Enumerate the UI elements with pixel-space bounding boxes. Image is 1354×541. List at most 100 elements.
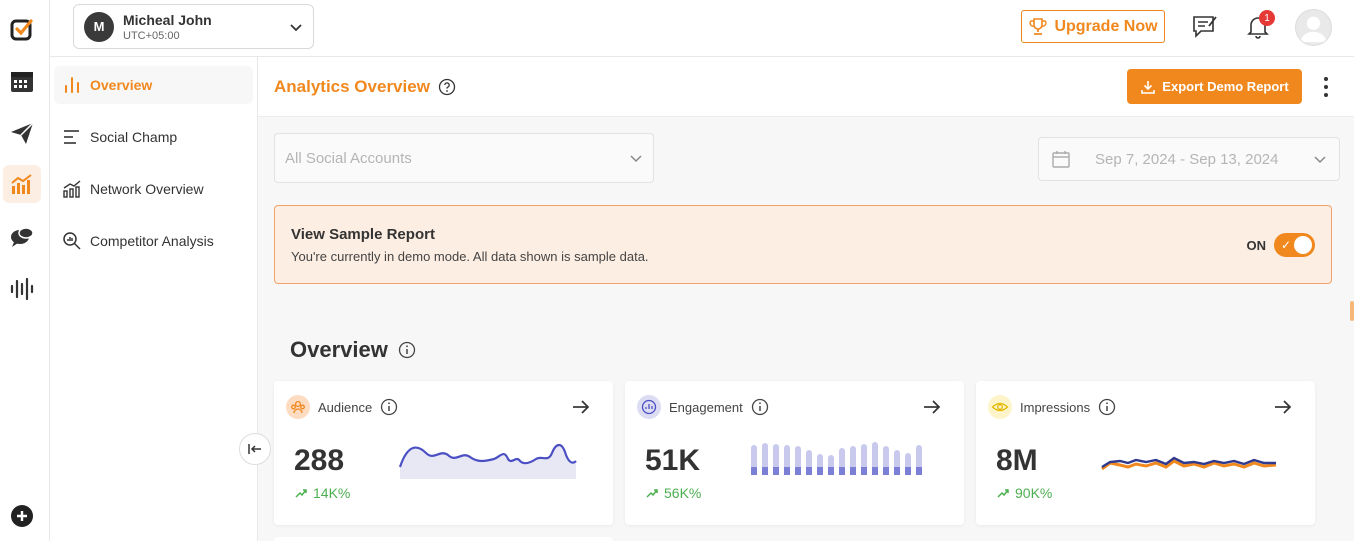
upgrade-label: Upgrade Now bbox=[1054, 17, 1158, 35]
impressions-sparkline bbox=[1101, 456, 1277, 471]
chevron-down-icon bbox=[290, 23, 302, 31]
sample-report-description: You're currently in demo mode. All data … bbox=[291, 249, 649, 264]
card-label: Impressions bbox=[1020, 399, 1091, 415]
calendar-outline-icon bbox=[1052, 151, 1070, 168]
audience-card[interactable]: Audience 288 14K% bbox=[274, 381, 613, 525]
help-circle-icon[interactable] bbox=[438, 78, 456, 96]
upgrade-button[interactable]: Upgrade Now bbox=[1021, 10, 1165, 43]
subnav-item-network-overview[interactable]: Network Overview bbox=[54, 170, 253, 208]
engagement-spark-bar-base bbox=[850, 467, 856, 475]
engagement-spark-bar-base bbox=[828, 467, 834, 475]
account-name: Micheal John bbox=[123, 11, 212, 28]
social-accounts-placeholder: All Social Accounts bbox=[285, 149, 412, 167]
sound-wave-icon bbox=[10, 277, 34, 301]
scroll-indicator[interactable] bbox=[1350, 301, 1354, 321]
date-range-text: Sep 7, 2024 - Sep 13, 2024 bbox=[1095, 150, 1279, 168]
magnify-chart-icon bbox=[63, 232, 81, 250]
subnav-item-social-champ[interactable]: Social Champ bbox=[54, 118, 253, 156]
engagement-spark-bar-base bbox=[905, 467, 911, 475]
subnav-item-overview[interactable]: Overview bbox=[54, 66, 253, 104]
rail-publish[interactable] bbox=[3, 114, 41, 152]
user-silhouette-icon bbox=[1300, 16, 1327, 43]
audience-sparkline bbox=[398, 443, 577, 479]
impressions-card[interactable]: Impressions 8M 90K% bbox=[976, 381, 1315, 525]
arrow-right-icon[interactable] bbox=[571, 397, 591, 417]
sample-report-toggle-group: ON ✓ bbox=[1247, 233, 1315, 257]
rail-analytics[interactable] bbox=[3, 165, 41, 203]
rail-add[interactable] bbox=[3, 497, 41, 535]
card-label: Audience bbox=[318, 399, 373, 415]
page-title: Analytics Overview bbox=[274, 77, 456, 97]
app-logo[interactable] bbox=[3, 10, 41, 48]
overview-heading: Overview bbox=[290, 337, 388, 362]
logo-check-icon bbox=[10, 19, 33, 41]
engagement-spark-bar-base bbox=[916, 467, 922, 475]
card-value: 51K bbox=[645, 444, 701, 477]
card-label: Engagement bbox=[669, 399, 743, 415]
more-options-button[interactable] bbox=[1316, 74, 1336, 100]
calendar-icon bbox=[11, 72, 33, 92]
info-icon[interactable] bbox=[380, 398, 398, 416]
engagement-spark-bar-base bbox=[872, 467, 878, 475]
network-chart-icon bbox=[63, 180, 81, 198]
engagement-spark-bar-base bbox=[762, 467, 768, 475]
rail-calendar[interactable] bbox=[3, 62, 41, 100]
engagement-spark-bar-base bbox=[784, 467, 790, 475]
subnav-label: Overview bbox=[90, 77, 153, 93]
plus-circle-icon bbox=[11, 505, 33, 527]
trend-up-icon bbox=[997, 489, 1009, 498]
social-accounts-select[interactable]: All Social Accounts bbox=[274, 133, 654, 183]
engagement-spark-bar-base bbox=[817, 467, 823, 475]
export-label: Export Demo Report bbox=[1162, 79, 1289, 94]
engagement-spark-bar-base bbox=[861, 467, 867, 475]
subnav-label: Network Overview bbox=[90, 181, 204, 197]
sample-report-toggle[interactable]: ✓ bbox=[1274, 233, 1315, 257]
rail-listening[interactable] bbox=[3, 270, 41, 308]
sample-report-title: View Sample Report bbox=[291, 226, 435, 243]
card-change: 56K% bbox=[646, 485, 701, 501]
collapse-subnav-button[interactable] bbox=[239, 433, 271, 465]
analytics-icon bbox=[11, 174, 32, 194]
audience-icon bbox=[286, 395, 310, 419]
engagement-spark-bar-base bbox=[806, 467, 812, 475]
subnav-item-competitor-analysis[interactable]: Competitor Analysis bbox=[54, 222, 253, 260]
notification-badge: 1 bbox=[1259, 10, 1275, 26]
subnav-label: Social Champ bbox=[90, 129, 178, 145]
engagement-spark-bar-base bbox=[839, 467, 845, 475]
chat-bubbles-icon bbox=[11, 227, 34, 247]
card-change-text: 90K% bbox=[1015, 485, 1053, 501]
profile-avatar[interactable] bbox=[1295, 9, 1332, 46]
engagement-spark-bar-base bbox=[795, 467, 801, 475]
card-value: 288 bbox=[294, 444, 345, 477]
card-change: 90K% bbox=[997, 485, 1052, 501]
info-icon[interactable] bbox=[751, 398, 769, 416]
compose-message-icon bbox=[1193, 16, 1217, 38]
info-icon[interactable] bbox=[1098, 398, 1116, 416]
page-title-text: Analytics Overview bbox=[274, 77, 430, 96]
top-bar: M Micheal John UTC+05:00 Upgrade Now 1 bbox=[50, 0, 1354, 57]
feedback-button[interactable] bbox=[1191, 12, 1219, 40]
chevron-down-icon bbox=[630, 155, 642, 163]
check-icon: ✓ bbox=[1281, 238, 1292, 252]
engagement-spark-bar-base bbox=[751, 467, 757, 475]
bar-chart-icon bbox=[65, 77, 79, 93]
engagement-spark-bar-base bbox=[773, 467, 779, 475]
engagement-card[interactable]: Engagement 51K 56K% bbox=[625, 381, 964, 525]
subnav-label: Competitor Analysis bbox=[90, 233, 214, 249]
arrow-right-icon[interactable] bbox=[1273, 397, 1293, 417]
card-change: 14K% bbox=[295, 485, 350, 501]
engagement-spark-bar-base bbox=[894, 467, 900, 475]
account-picker[interactable]: M Micheal John UTC+05:00 bbox=[73, 4, 314, 49]
info-icon[interactable] bbox=[398, 341, 416, 359]
export-report-button[interactable]: Export Demo Report bbox=[1127, 69, 1302, 104]
overview-section-title: Overview bbox=[290, 337, 416, 363]
engagement-sparkbars bbox=[751, 442, 922, 475]
notifications-button[interactable]: 1 bbox=[1244, 10, 1275, 40]
collapse-left-icon bbox=[248, 444, 261, 454]
rail-inbox[interactable] bbox=[3, 218, 41, 256]
date-range-picker[interactable]: Sep 7, 2024 - Sep 13, 2024 bbox=[1038, 137, 1340, 181]
arrow-right-icon[interactable] bbox=[922, 397, 942, 417]
lines-icon bbox=[64, 130, 79, 144]
download-icon bbox=[1141, 80, 1156, 94]
account-avatar: M bbox=[84, 11, 114, 42]
